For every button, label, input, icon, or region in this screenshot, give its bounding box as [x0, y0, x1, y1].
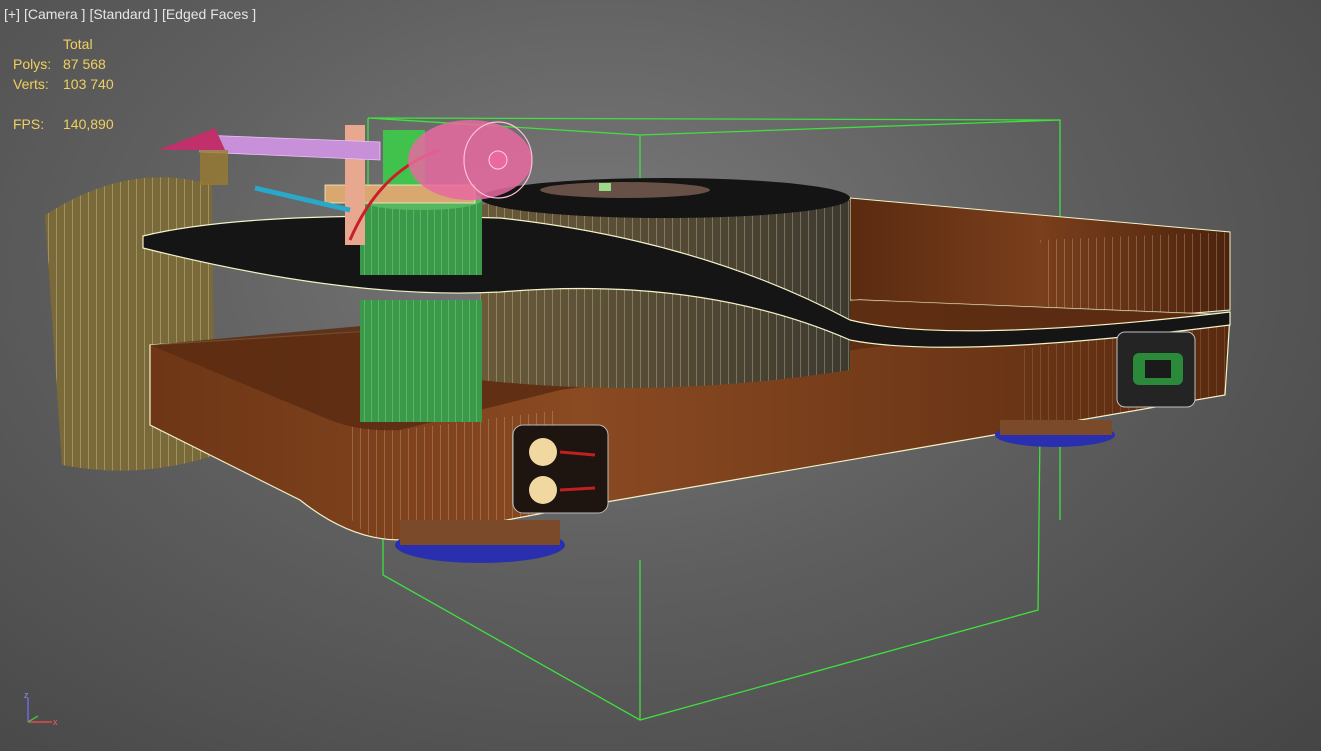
viewport-statistics: Total Polys: 87 568 Verts: 103 740 FPS: …	[13, 34, 114, 134]
axis-z-label: z	[24, 690, 29, 700]
power-socket	[1116, 331, 1196, 408]
stats-fps-row: FPS: 140,890	[13, 114, 114, 134]
stats-polys-row: Polys: 87 568	[13, 54, 114, 74]
turntable-model[interactable]	[0, 0, 1321, 751]
polys-value: 87 568	[63, 56, 106, 72]
viewport-camera-menu[interactable]: [Camera ]	[24, 6, 85, 22]
polys-label: Polys:	[13, 56, 52, 72]
verts-label: Verts:	[13, 76, 49, 92]
viewport-display-menu[interactable]: [Edged Faces ]	[162, 6, 256, 22]
axis-gizmo-icon: z x	[24, 690, 58, 727]
viewport-plus-menu[interactable]: [+]	[4, 6, 20, 22]
viewport-shading-menu[interactable]: [Standard ]	[89, 6, 158, 22]
rca-connector-panel	[512, 424, 609, 514]
verts-value: 103 740	[63, 76, 114, 92]
stats-header: Total	[63, 36, 93, 52]
3d-viewport[interactable]: [+] [Camera ] [Standard ] [Edged Faces ]…	[0, 0, 1321, 751]
viewport-label-menu[interactable]: [+] [Camera ] [Standard ] [Edged Faces ]	[4, 6, 256, 22]
fps-value: 140,890	[63, 116, 114, 132]
fps-label: FPS:	[13, 116, 45, 132]
stats-verts-row: Verts: 103 740	[13, 74, 114, 94]
axis-x-label: x	[53, 717, 58, 727]
